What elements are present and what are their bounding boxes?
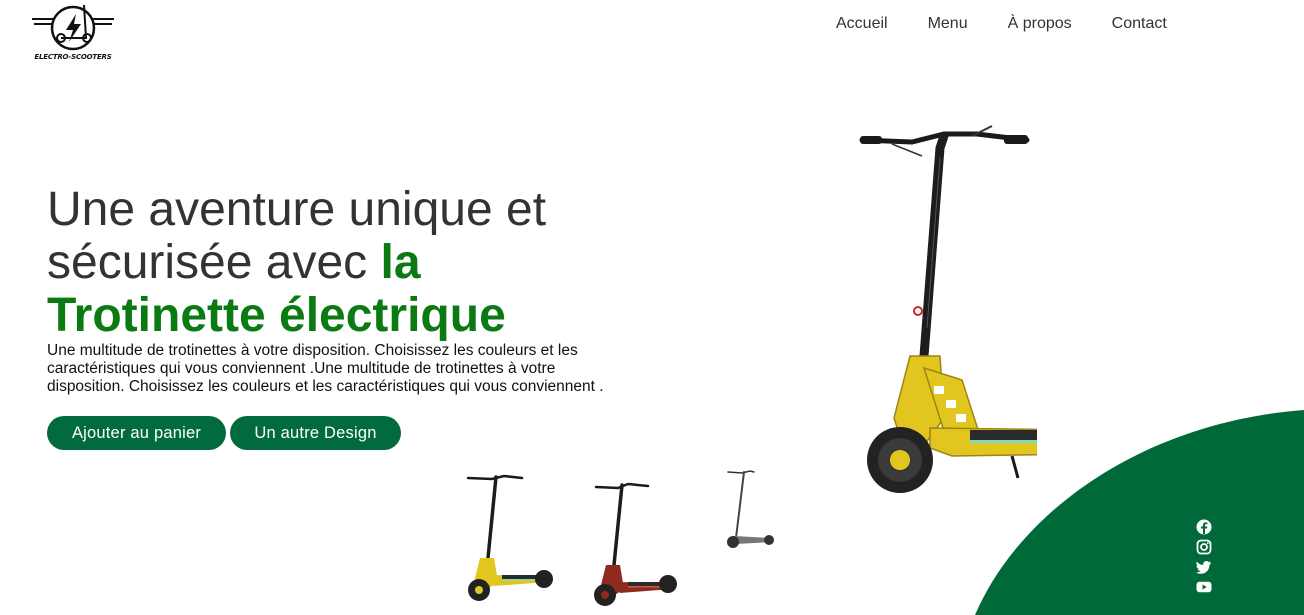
- nav-item-accueil[interactable]: Accueil: [836, 15, 888, 33]
- thumbnail-grey-scooter[interactable]: [724, 468, 776, 554]
- logo-text: ELECTRO-SCOOTERS: [34, 53, 112, 61]
- twitter-icon[interactable]: [1196, 559, 1212, 575]
- hero-title-main: Une aventure unique et sécurisée avec: [47, 183, 547, 289]
- add-to-cart-button[interactable]: Ajouter au panier: [47, 416, 226, 450]
- nav-item-menu[interactable]: Menu: [928, 15, 968, 33]
- social-links: [1196, 519, 1214, 595]
- hero-title: Une aventure unique et sécurisée avec la…: [47, 183, 607, 342]
- main-scooter-image: [859, 125, 1037, 493]
- brand-logo[interactable]: ELECTRO-SCOOTERS: [30, 2, 116, 64]
- youtube-icon[interactable]: [1196, 579, 1212, 595]
- thumbnail-red-scooter[interactable]: [592, 477, 678, 610]
- scooter-lightning-icon: [32, 4, 114, 51]
- nav-item-a-propos[interactable]: À propos: [1008, 15, 1072, 33]
- facebook-icon[interactable]: [1196, 519, 1212, 535]
- main-nav: Accueil Menu À propos Contact: [836, 15, 1167, 33]
- nav-item-contact[interactable]: Contact: [1112, 15, 1167, 33]
- thumbnail-yellow-scooter[interactable]: [464, 470, 556, 605]
- instagram-icon[interactable]: [1196, 539, 1212, 555]
- other-design-button[interactable]: Un autre Design: [230, 416, 401, 450]
- hero-description: Une multitude de trotinettes à votre dis…: [47, 342, 604, 395]
